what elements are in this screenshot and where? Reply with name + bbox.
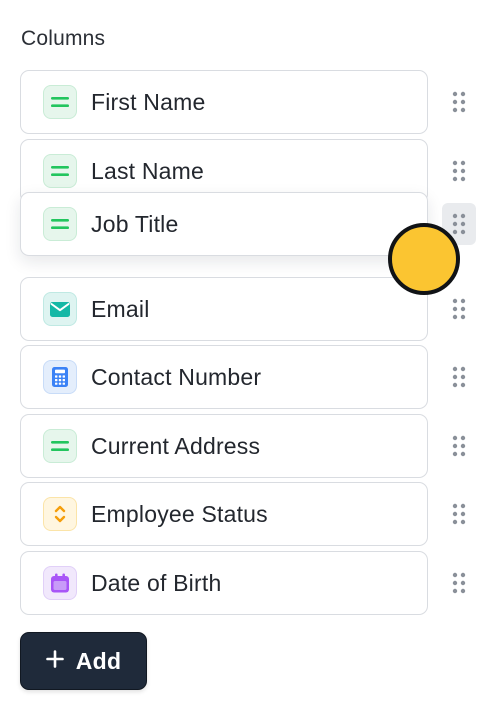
column-row-current-address[interactable]: Current Address <box>20 414 428 478</box>
column-row-contact-number[interactable]: Contact Number <box>20 345 428 409</box>
email-icon <box>43 292 77 326</box>
column-label: Current Address <box>91 432 261 459</box>
column-label: Employee Status <box>91 500 268 527</box>
column-label: Date of Birth <box>91 569 222 596</box>
column-label: Email <box>91 295 150 322</box>
drag-handle-icon[interactable] <box>442 562 476 604</box>
drag-handle-icon[interactable] <box>442 288 476 330</box>
column-label: Last Name <box>91 157 205 184</box>
column-row-job-title[interactable]: Job Title <box>20 192 428 256</box>
plus-icon <box>45 649 64 673</box>
calendar-icon <box>43 566 77 600</box>
column-row-date-of-birth[interactable]: Date of Birth <box>20 551 428 615</box>
drag-handle-icon[interactable] <box>442 493 476 535</box>
drag-handle-icon[interactable] <box>442 356 476 398</box>
drag-handle-icon[interactable] <box>442 150 476 192</box>
drag-handle-icon[interactable] <box>442 425 476 467</box>
text-field-icon <box>43 154 77 188</box>
add-button-label: Add <box>75 647 122 674</box>
text-field-icon <box>43 207 77 241</box>
select-field-icon <box>43 497 77 531</box>
section-title: Columns <box>21 27 106 50</box>
text-field-icon <box>43 429 77 463</box>
column-label: Contact Number <box>91 363 262 390</box>
column-label: Job Title <box>91 210 179 237</box>
add-column-button[interactable]: Add <box>20 632 147 690</box>
column-row-first-name[interactable]: First Name <box>20 70 428 134</box>
calculator-icon <box>43 360 77 394</box>
drag-cursor-indicator <box>388 223 460 295</box>
column-row-employee-status[interactable]: Employee Status <box>20 482 428 546</box>
column-row-email[interactable]: Email <box>20 277 428 341</box>
text-field-icon <box>43 85 77 119</box>
drag-handle-icon[interactable] <box>442 81 476 123</box>
column-label: First Name <box>91 88 206 115</box>
